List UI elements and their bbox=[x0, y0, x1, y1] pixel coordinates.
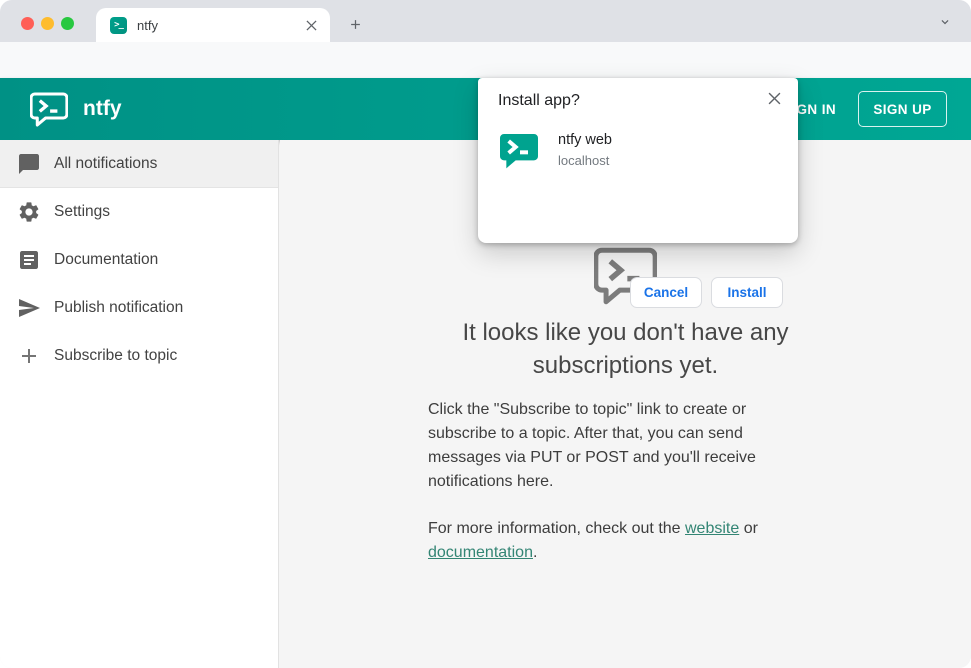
zoom-window-button[interactable] bbox=[61, 17, 74, 30]
sidebar-nav: All notifications Settings Documentation… bbox=[0, 140, 279, 668]
install-app-name: ntfy web bbox=[558, 132, 612, 148]
empty-state-paragraph-1: Click the "Subscribe to topic" link to c… bbox=[428, 401, 756, 490]
chat-bubble-icon bbox=[19, 153, 39, 174]
empty-state-heading: It looks like you don't have any subscri… bbox=[462, 319, 789, 379]
ntfy-app-icon bbox=[500, 134, 538, 169]
sidebar-item-label: Subscribe to topic bbox=[54, 347, 178, 364]
sidebar-item-label: All notifications bbox=[54, 154, 158, 172]
minimize-window-button[interactable] bbox=[41, 17, 54, 30]
browser-toolbar: localhost bbox=[0, 42, 971, 116]
cancel-button[interactable]: Cancel bbox=[630, 277, 702, 308]
empty-state-copy: Click the "Subscribe to topic" link to c… bbox=[428, 398, 766, 565]
paragraph-2-middle: or bbox=[739, 520, 758, 537]
sign-up-button[interactable]: SIGN UP bbox=[858, 91, 947, 127]
ntfy-favicon-icon: >_ bbox=[110, 16, 127, 34]
sidebar-item-settings[interactable]: Settings bbox=[0, 188, 278, 236]
tab-strip: >_ ntfy bbox=[0, 0, 971, 42]
new-tab-button[interactable] bbox=[341, 10, 369, 38]
install-button[interactable]: Install bbox=[711, 277, 783, 308]
app-title: ntfy bbox=[83, 97, 122, 120]
sidebar-item-all-notifications[interactable]: All notifications bbox=[0, 140, 278, 188]
install-dialog-title: Install app? bbox=[498, 92, 580, 109]
tab-title: ntfy bbox=[137, 17, 158, 33]
paragraph-2-suffix: . bbox=[532, 544, 538, 561]
empty-state-paragraph-2: For more information, check out the webs… bbox=[428, 517, 766, 565]
browser-window: >_ ntfy localhost bbox=[0, 0, 971, 668]
sidebar-item-subscribe-to-topic[interactable]: Subscribe to topic bbox=[0, 332, 278, 380]
documentation-link[interactable]: documentation bbox=[428, 544, 533, 561]
browser-tab-ntfy[interactable]: >_ ntfy bbox=[96, 8, 330, 42]
paragraph-2-prefix: For more information, check out the bbox=[428, 520, 685, 537]
sidebar-item-label: Publish notification bbox=[54, 299, 184, 316]
install-app-dialog: Install app? ntfy web localhost Cancel I… bbox=[478, 78, 798, 308]
sidebar-item-publish-notification[interactable]: Publish notification bbox=[0, 284, 278, 332]
plus-icon bbox=[22, 349, 36, 363]
send-icon bbox=[19, 299, 40, 317]
install-app-origin: localhost bbox=[558, 153, 610, 168]
close-window-button[interactable] bbox=[21, 17, 34, 30]
ntfy-logo-icon bbox=[30, 91, 68, 127]
sidebar-item-label: Settings bbox=[54, 203, 111, 220]
article-icon bbox=[20, 251, 38, 269]
install-dialog-close-icon[interactable] bbox=[764, 88, 784, 108]
tab-close-icon[interactable] bbox=[302, 16, 320, 34]
sidebar-item-documentation[interactable]: Documentation bbox=[0, 236, 278, 284]
tab-search-chevron-icon[interactable] bbox=[935, 12, 955, 32]
gear-icon bbox=[19, 202, 39, 222]
sidebar-item-label: Documentation bbox=[54, 251, 159, 268]
website-link[interactable]: website bbox=[685, 520, 739, 537]
